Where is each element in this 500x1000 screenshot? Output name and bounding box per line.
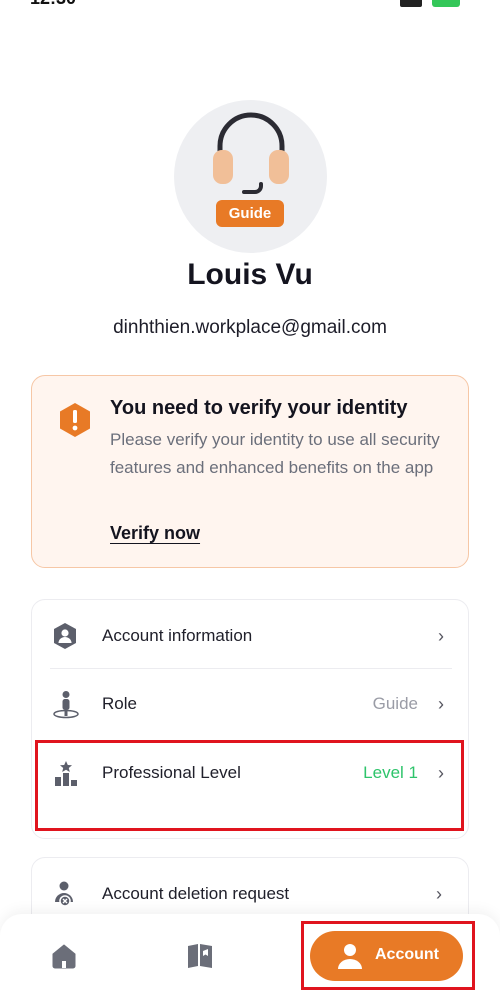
menu-item-role[interactable]: Role Guide › [32, 690, 470, 719]
chevron-right-icon: › [436, 884, 442, 904]
person-location-icon [53, 691, 79, 719]
book-icon[interactable] [186, 942, 214, 968]
highlight-box-professional-level [35, 740, 464, 831]
battery-icon [432, 0, 460, 7]
menu-item-label: Account deletion request [102, 884, 290, 903]
role-badge: Guide [216, 200, 284, 227]
verify-title: You need to verify your identity [110, 397, 408, 419]
status-bar: 12:30 [0, 0, 500, 10]
verify-description: Please verify your identity to use all s… [110, 430, 440, 477]
verify-now-link[interactable]: Verify now [110, 523, 200, 544]
warning-icon [60, 403, 90, 437]
status-time: 12:30 [30, 0, 76, 9]
menu-item-label: Account information [102, 626, 253, 645]
user-remove-icon [55, 881, 73, 907]
divider [50, 668, 452, 669]
status-indicators [400, 0, 460, 7]
menu-item-value: Guide [372, 694, 418, 713]
verify-identity-card: You need to verify your identity Please … [31, 375, 469, 568]
highlight-box-account-tab [301, 921, 475, 990]
avatar [174, 100, 327, 253]
home-icon[interactable] [50, 942, 78, 970]
chevron-right-icon: › [438, 626, 444, 646]
menu-item-account-information[interactable]: Account information › [32, 622, 470, 650]
user-shield-icon [54, 623, 76, 649]
chevron-right-icon: › [438, 694, 444, 714]
headset-icon [213, 112, 289, 194]
user-name: Louis Vu [187, 258, 313, 291]
user-email: dinhthien.workplace@gmail.com [113, 317, 387, 338]
menu-item-label: Role [102, 694, 137, 713]
signal-icon [400, 0, 422, 7]
